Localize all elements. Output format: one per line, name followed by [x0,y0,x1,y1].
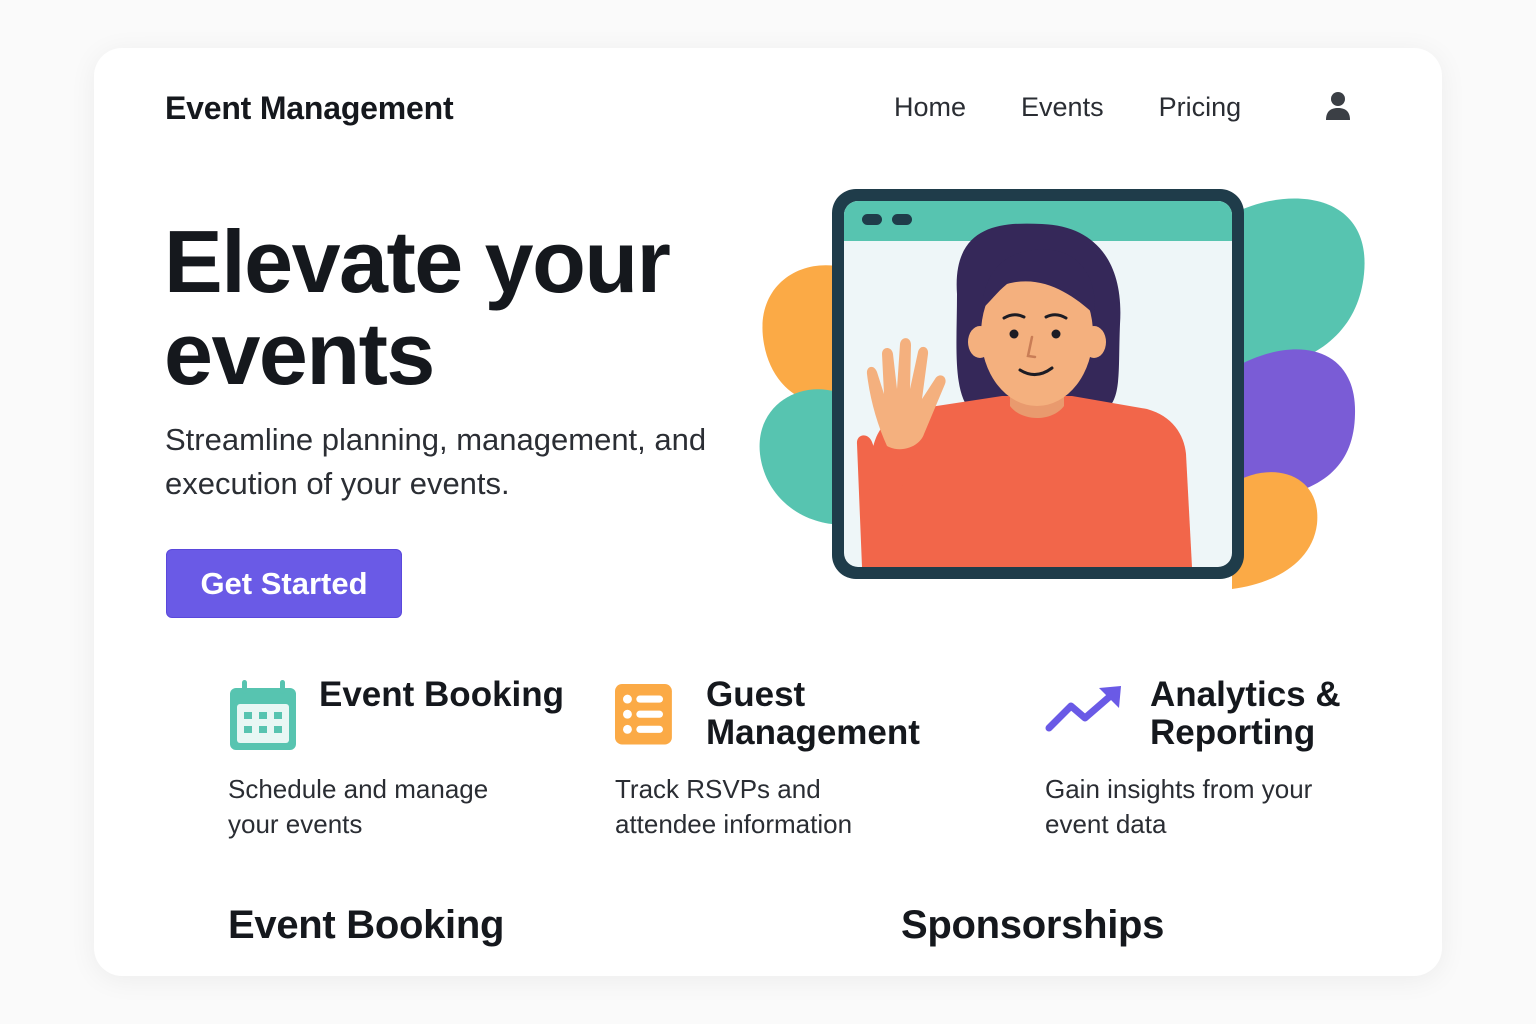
window-dot-1 [862,214,882,225]
brand-logo-text[interactable]: Event Management [165,90,454,127]
feature-title: Analytics & Reporting [1150,675,1341,752]
feature-title: Guest Management [706,675,920,752]
get-started-button[interactable]: Get Started [166,549,402,618]
hero-title: Elevate your events [164,212,671,403]
user-icon [1326,92,1350,120]
video-call-illustration [759,189,1365,589]
hero-subtitle: Streamline planning, management, and exe… [165,422,707,501]
feature-description: Gain insights from your event data [1045,774,1313,839]
calendar-icon [230,680,296,750]
nav-link-events[interactable]: Events [1021,92,1104,123]
section-heading-sponsorships: Sponsorships [901,903,1165,947]
section-heading-event-booking: Event Booking [228,903,505,947]
list-icon [615,684,672,745]
orange-blob-right [1232,472,1318,589]
window-dot-2 [892,214,912,225]
main-nav: Home Events Pricing [894,92,1296,123]
landing-card: Event Management Home Events Pricing Ele… [94,48,1442,976]
feature-description: Track RSVPs and attendee information [615,774,853,839]
user-account-button[interactable] [1320,88,1356,124]
teal-blob-right [1232,198,1365,374]
trend-up-icon [1045,686,1121,732]
nav-link-pricing[interactable]: Pricing [1159,92,1242,123]
feature-description: Schedule and manage your events [228,774,489,839]
feature-title: Event Booking [319,675,565,714]
nav-link-home[interactable]: Home [894,92,966,123]
